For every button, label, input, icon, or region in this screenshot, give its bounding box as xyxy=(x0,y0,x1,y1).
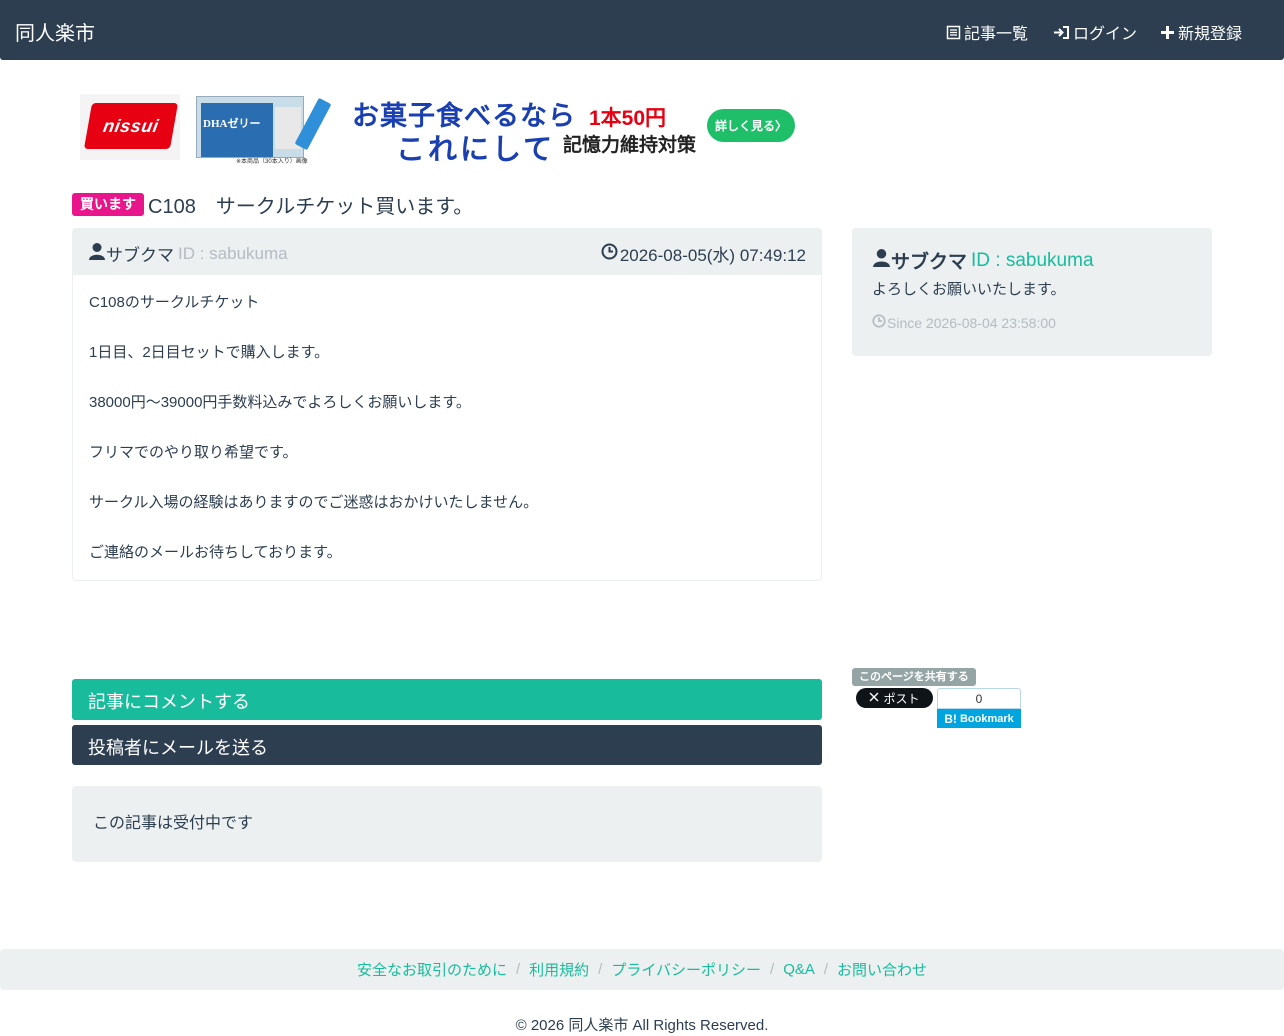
plus-icon xyxy=(1160,25,1175,40)
post-author: サブクマ ID : sabukuma xyxy=(88,241,288,266)
post-author-id: ID : sabukuma xyxy=(178,243,288,263)
profile-id-link[interactable]: ID : sabukuma xyxy=(971,250,1094,272)
profile-header: サブクマ ID : sabukuma xyxy=(872,247,1094,274)
post-body-line: 38000円～39000円手数料込みでよろしくお願いします。 xyxy=(89,394,471,411)
list-icon xyxy=(946,25,961,40)
user-icon xyxy=(88,242,106,265)
post-panel: サブクマ ID : sabukuma 2026-08-05(水) 07:49:1… xyxy=(72,228,822,581)
buy-badge: 買います xyxy=(72,193,144,216)
hatena-bookmark-label: Bookmark xyxy=(959,712,1014,725)
x-logo-icon xyxy=(869,691,879,705)
profile-name: サブクマ xyxy=(891,252,968,273)
post-body-line: ご連絡のメールお待ちしております。 xyxy=(89,544,342,561)
footer-links: 安全なお取引のために / 利用規約 / プライバシーポリシー / Q&A / お… xyxy=(0,949,1284,990)
nav-login[interactable]: ログイン xyxy=(1053,20,1137,44)
nav-register-label: 新規登録 xyxy=(1178,26,1243,43)
x-post-button[interactable]: ポスト xyxy=(856,688,933,708)
post-title: C108 サークルチケット買います。 xyxy=(148,196,474,218)
hatena-bookmark-label-wrap[interactable]: B! Bookmark xyxy=(937,709,1021,728)
profile-since: Since 2026-08-04 23:58:00 xyxy=(872,314,1056,331)
post-header: サブクマ ID : sabukuma 2026-08-05(水) 07:49:1… xyxy=(73,229,821,275)
nav-login-label: ログイン xyxy=(1073,26,1138,43)
post-body-line: 1日目、2日目セットで購入します。 xyxy=(89,344,330,361)
nav-articles-label: 記事一覧 xyxy=(964,26,1029,43)
mail-author-button[interactable]: 投稿者にメールを送る xyxy=(72,725,822,765)
ad-cta-button[interactable]: 詳しく見る〉 xyxy=(707,109,795,142)
ad-logo-area: nissui xyxy=(80,94,180,160)
post-author-name[interactable]: サブクマ xyxy=(106,241,174,266)
post-datetime: 2026-08-05(水) 07:49:12 xyxy=(601,241,806,266)
copyright: © 2026 同人楽市 All Rights Reserved. xyxy=(515,1017,769,1034)
post-body-line: サークル入場の経験はありますのでご迷惑はおかけいたしません。 xyxy=(89,494,539,511)
author-profile-card: サブクマ ID : sabukuma よろしくお願いいたします。 Since 2… xyxy=(852,228,1212,356)
footer-link-safety[interactable]: 安全なお取引のために xyxy=(357,959,507,980)
site-brand[interactable]: 同人楽市 xyxy=(15,17,95,46)
nav-articles[interactable]: 記事一覧 xyxy=(946,20,1028,44)
post-date-text: 2026-08-05(水) 07:49:12 xyxy=(619,246,806,265)
footer-separator: / xyxy=(823,961,829,978)
status-well: この記事は受付中です xyxy=(72,786,822,862)
footer-separator: / xyxy=(770,961,775,978)
post-body-line: フリマでのやり取り希望です。 xyxy=(89,444,298,461)
footer-separator: / xyxy=(598,961,603,978)
share-label: このページを共有する xyxy=(852,668,976,686)
footer-link-privacy[interactable]: プライバシーポリシー xyxy=(611,959,761,980)
top-navbar: 同人楽市 記事一覧 ログイン 新規登録 xyxy=(0,0,1284,60)
comment-button[interactable]: 記事にコメントする xyxy=(72,679,822,720)
footer-link-faq[interactable]: Q&A xyxy=(783,961,815,978)
footer-separator: / xyxy=(515,961,521,978)
x-post-label: ポスト xyxy=(883,691,920,706)
clock-icon xyxy=(872,314,886,331)
post-body: C108のサークルチケット 1日目、2日目セットで購入します。 38000円～3… xyxy=(89,294,538,594)
ad-product-note: ※本商品（30本入り）画像 xyxy=(236,159,308,165)
ad-banner[interactable]: nissui DHAゼリー ※本商品（30本入り）画像 お菓子食べるなら これに… xyxy=(80,94,800,166)
footer-link-contact[interactable]: お問い合わせ xyxy=(837,959,927,980)
ad-price: 1本50円 xyxy=(589,107,667,130)
profile-since-text: Since 2026-08-04 23:58:00 xyxy=(887,314,1056,331)
post-title-row: 買います C108 サークルチケット買います。 xyxy=(72,190,473,219)
hatena-count: 0 xyxy=(937,688,1021,709)
hatena-b-icon: B! xyxy=(944,711,957,726)
user-icon xyxy=(872,248,891,273)
status-text: この記事は受付中です xyxy=(93,815,254,832)
ad-headline-2: これにして xyxy=(396,134,556,166)
footer-link-terms[interactable]: 利用規約 xyxy=(529,959,589,980)
ad-subline: 記憶力維持対策 xyxy=(563,135,697,156)
login-icon xyxy=(1053,25,1070,40)
nissui-logo: nissui xyxy=(83,103,179,149)
ad-product-image: DHAゼリー xyxy=(196,96,304,158)
ad-product-label: DHAゼリー xyxy=(203,118,261,130)
clock-icon xyxy=(601,243,618,265)
hatena-bookmark-button[interactable]: 0 B! Bookmark xyxy=(937,688,1021,728)
nav-register[interactable]: 新規登録 xyxy=(1160,20,1242,44)
profile-message: よろしくお願いいたします。 xyxy=(872,281,1066,298)
post-body-line: C108のサークルチケット xyxy=(89,294,260,311)
